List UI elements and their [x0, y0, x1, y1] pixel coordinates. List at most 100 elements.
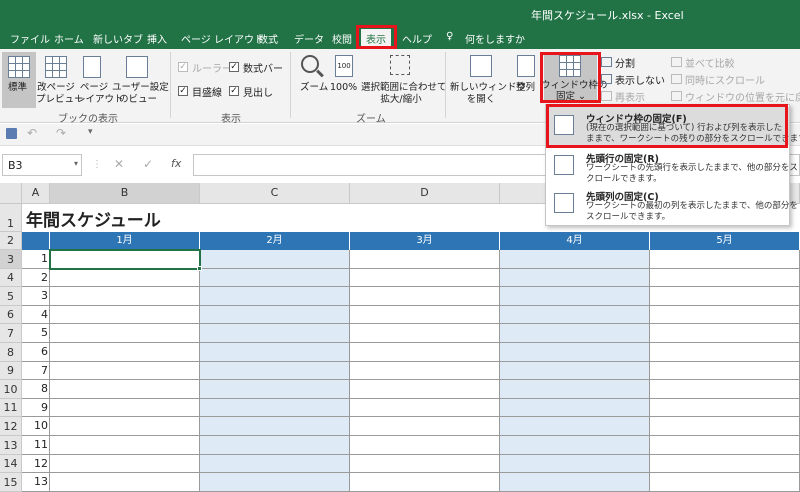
row-number-value[interactable]: 1	[22, 252, 48, 265]
grid-cell[interactable]	[50, 399, 200, 417]
grid-cell[interactable]	[200, 455, 350, 473]
grid-cell[interactable]	[350, 343, 500, 362]
grid-cell[interactable]	[500, 287, 650, 306]
row-header[interactable]: 10	[0, 380, 22, 399]
row-number-value[interactable]: 4	[22, 308, 48, 321]
grid-cell[interactable]	[200, 306, 350, 324]
corner-header-cell[interactable]	[22, 232, 50, 250]
grid-cell[interactable]	[50, 473, 200, 492]
month-header-apr[interactable]: 4月	[500, 232, 650, 250]
custom-views-label-1[interactable]: ユーザー設定	[112, 82, 169, 94]
zoom-100-button[interactable]: 100%	[330, 82, 357, 94]
month-header-feb[interactable]: 2月	[200, 232, 350, 250]
grid-cell[interactable]	[50, 436, 200, 455]
grid-cell[interactable]	[650, 287, 800, 306]
row-header[interactable]: 7	[0, 324, 22, 343]
grid-cell[interactable]	[200, 343, 350, 362]
grid-cell[interactable]	[650, 436, 800, 455]
insert-function-icon[interactable]: fx	[171, 157, 181, 170]
zoom-selection-label-2[interactable]: 拡大/縮小	[361, 94, 441, 106]
grid-cell[interactable]	[200, 380, 350, 399]
grid-cell[interactable]	[350, 362, 500, 380]
new-window-label-2[interactable]: を開く	[450, 94, 512, 106]
grid-cell[interactable]	[200, 269, 350, 287]
gridlines-checkbox[interactable]: ✓	[178, 86, 188, 96]
enter-formula-icon[interactable]: ✓	[143, 157, 153, 171]
grid-cell[interactable]	[50, 380, 200, 399]
column-header-b[interactable]: B	[50, 183, 200, 204]
menu-item-freeze-panes[interactable]: ウィンドウ枠の固定(F) (現在の選択範囲に基づいて) 行および列を表示した まま…	[546, 107, 800, 145]
grid-cell[interactable]	[500, 455, 650, 473]
grid-cell[interactable]	[650, 324, 800, 343]
row-number-value[interactable]: 7	[22, 364, 48, 377]
row-number-value[interactable]: 12	[22, 457, 48, 470]
column-header-d[interactable]: D	[350, 183, 500, 204]
row-number-value[interactable]: 6	[22, 345, 48, 358]
column-header-a[interactable]: A	[22, 183, 50, 204]
name-box-dropdown-icon[interactable]: ▾	[74, 159, 78, 168]
grid-cell[interactable]	[350, 455, 500, 473]
row-header[interactable]: 11	[0, 399, 22, 417]
save-icon[interactable]	[6, 128, 17, 139]
grid-cell[interactable]	[50, 362, 200, 380]
tab-help[interactable]: ヘルプ	[402, 31, 432, 46]
grid-cell[interactable]	[350, 269, 500, 287]
grid-cell[interactable]	[350, 436, 500, 455]
grid-cell[interactable]	[500, 324, 650, 343]
grid-cell[interactable]	[500, 417, 650, 436]
row-header[interactable]: 1	[0, 204, 22, 232]
row-number-value[interactable]: 3	[22, 289, 48, 302]
name-box[interactable]: B3 ▾	[2, 154, 82, 176]
row-number-value[interactable]: 2	[22, 271, 48, 284]
grid-cell[interactable]	[50, 287, 200, 306]
customize-qat-icon[interactable]: ▾	[88, 127, 93, 137]
grid-cell[interactable]	[500, 269, 650, 287]
grid-cell[interactable]	[200, 436, 350, 455]
row-header[interactable]: 8	[0, 343, 22, 362]
grid-cell[interactable]	[50, 269, 200, 287]
arrange-button[interactable]: 整列	[516, 82, 535, 94]
grid-cell[interactable]	[650, 380, 800, 399]
grid-cell[interactable]	[650, 455, 800, 473]
row-header[interactable]: 3	[0, 250, 22, 269]
grid-cell[interactable]	[350, 287, 500, 306]
grid-cell[interactable]	[350, 324, 500, 343]
grid-cell[interactable]	[50, 417, 200, 436]
row-header[interactable]: 9	[0, 362, 22, 380]
grid-cell[interactable]	[350, 399, 500, 417]
grid-cell[interactable]	[200, 324, 350, 343]
tab-new[interactable]: 新しいタブ	[93, 31, 143, 46]
row-header[interactable]: 2	[0, 232, 22, 250]
grid-cell[interactable]	[200, 362, 350, 380]
row-number-value[interactable]: 5	[22, 326, 48, 339]
grid-cell[interactable]	[650, 269, 800, 287]
unhide-button[interactable]: 再表示	[615, 89, 645, 104]
tab-data[interactable]: データ	[294, 31, 324, 46]
grid-cell[interactable]	[200, 473, 350, 492]
grid-cell[interactable]	[500, 473, 650, 492]
row-header[interactable]: 6	[0, 306, 22, 324]
zoom-selection-label-1[interactable]: 選択範囲に合わせて	[361, 82, 447, 94]
tab-home[interactable]: ホーム	[54, 31, 84, 46]
grid-cell[interactable]	[500, 343, 650, 362]
grid-cell[interactable]	[200, 287, 350, 306]
new-window-label-1[interactable]: 新しいウィンドウ	[450, 82, 526, 94]
grid-cell[interactable]	[650, 362, 800, 380]
hide-button[interactable]: 表示しない	[615, 72, 665, 87]
month-header-mar[interactable]: 3月	[350, 232, 500, 250]
grid-cell[interactable]	[500, 399, 650, 417]
grid-cell[interactable]	[650, 306, 800, 324]
row-number-value[interactable]: 8	[22, 382, 48, 395]
grid-cell[interactable]	[350, 417, 500, 436]
grid-cell[interactable]	[650, 417, 800, 436]
side-by-side-button[interactable]: 並べて比較	[685, 55, 735, 70]
undo-icon[interactable]: ↶	[27, 126, 37, 140]
grid-cell[interactable]	[500, 306, 650, 324]
formula-bar-checkbox[interactable]: ✓	[229, 62, 239, 72]
page-layout-label-2[interactable]: レイアウト	[76, 94, 124, 106]
selected-cell-b3[interactable]	[49, 249, 201, 270]
row-header[interactable]: 15	[0, 473, 22, 492]
menu-item-freeze-first-column[interactable]: 先頭列の固定(C) ワークシートの最初の列を表示したままで、他の部分を スクロール…	[546, 185, 798, 223]
month-header-may[interactable]: 5月	[650, 232, 800, 250]
tab-insert[interactable]: 挿入	[147, 31, 167, 46]
